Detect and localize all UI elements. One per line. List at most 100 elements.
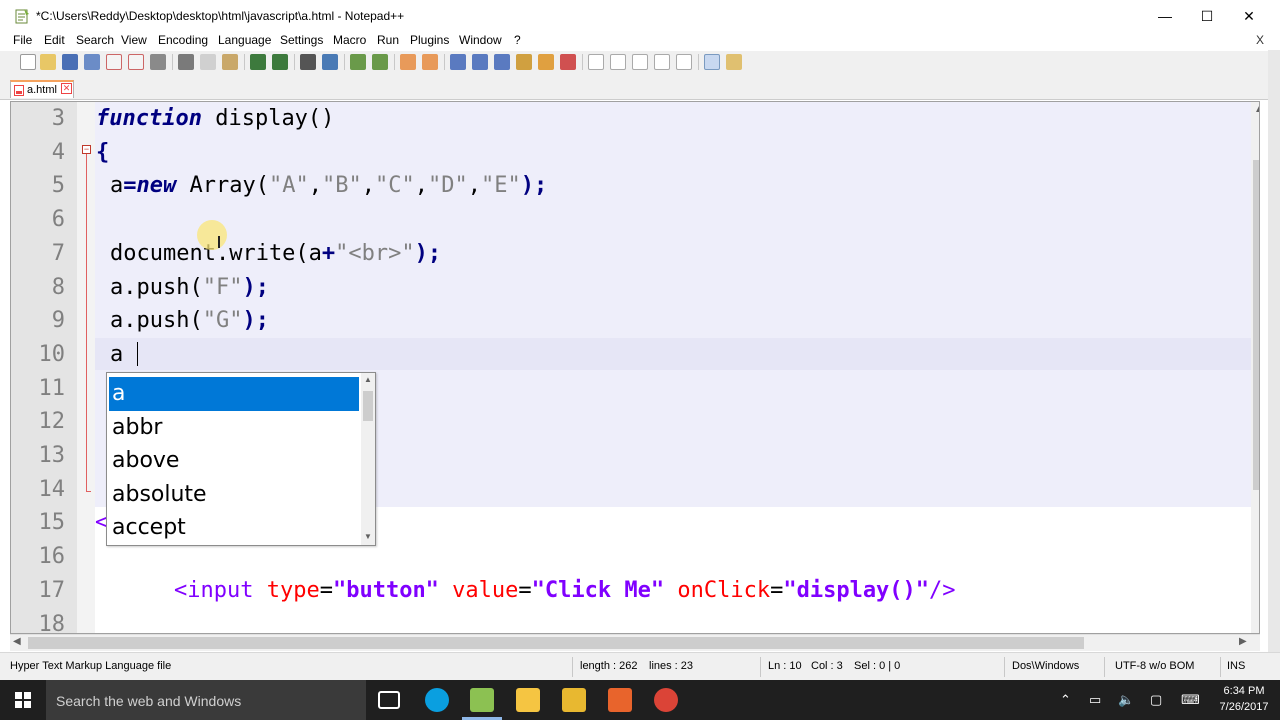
document-map-icon[interactable] xyxy=(538,54,554,70)
save-macro-icon[interactable] xyxy=(676,54,692,70)
menu-view[interactable]: View xyxy=(121,33,147,47)
code-token: <input xyxy=(174,577,254,603)
code-token: = xyxy=(518,577,532,603)
autocomplete-item-selected[interactable]: a xyxy=(109,377,359,411)
show-all-chars-icon[interactable] xyxy=(472,54,488,70)
battery-icon[interactable]: ▭ xyxy=(1089,692,1101,708)
scroll-right-arrow-icon[interactable]: ▶ xyxy=(1239,636,1247,647)
print-icon[interactable] xyxy=(150,54,166,70)
tab-bar: a.html ✕ xyxy=(0,72,1280,100)
menu-language[interactable]: Language xyxy=(218,33,271,47)
minimize-button[interactable]: — xyxy=(1142,0,1188,32)
status-separator xyxy=(572,657,573,677)
line-number: 9 xyxy=(51,308,65,334)
scroll-up-arrow-icon[interactable]: ▲ xyxy=(364,375,372,384)
keyboard-icon[interactable]: ⌨ xyxy=(1181,692,1200,708)
scroll-up-arrow-icon[interactable]: ▲ xyxy=(1254,104,1259,115)
chrome-icon[interactable] xyxy=(654,688,678,712)
scroll-down-arrow-icon[interactable]: ▼ xyxy=(364,532,372,541)
autocomplete-list[interactable]: a abbr above absolute accept ▲ ▼ xyxy=(106,372,376,546)
plugin-icon[interactable] xyxy=(726,54,742,70)
menu-edit[interactable]: Edit xyxy=(44,33,65,47)
action-center-icon[interactable]: ▢ xyxy=(1150,692,1162,708)
undo-icon[interactable] xyxy=(250,54,266,70)
maximize-button[interactable]: ☐ xyxy=(1184,0,1230,32)
run-macro-multiple-icon[interactable] xyxy=(654,54,670,70)
tab-a-html[interactable]: a.html ✕ xyxy=(10,80,74,98)
media-app-icon[interactable] xyxy=(608,688,632,712)
code-token: + xyxy=(321,240,336,266)
taskbar-search-box[interactable]: Search the web and Windows xyxy=(46,680,366,720)
fold-toggle-icon[interactable]: − xyxy=(82,145,91,154)
menu-run[interactable]: Run xyxy=(377,33,399,47)
code-token: "display()" xyxy=(783,577,930,603)
autocomplete-item[interactable]: absolute xyxy=(109,478,359,512)
autocomplete-item[interactable]: accept xyxy=(109,511,359,545)
menu-macro[interactable]: Macro xyxy=(333,33,366,47)
code-line-7: document.write(a+"<br>"); xyxy=(110,237,441,271)
replace-icon[interactable] xyxy=(322,54,338,70)
code-token: "button" xyxy=(332,577,439,603)
zoom-out-icon[interactable] xyxy=(372,54,388,70)
close-window-button[interactable]: ✕ xyxy=(1226,0,1272,32)
sync-vertical-icon[interactable] xyxy=(400,54,416,70)
autocomplete-scroll-thumb[interactable] xyxy=(363,391,373,421)
new-file-icon[interactable] xyxy=(20,54,36,70)
indent-guide-icon[interactable] xyxy=(494,54,510,70)
code-token: , xyxy=(308,173,322,199)
sticky-notes-icon[interactable] xyxy=(516,688,540,712)
volume-icon[interactable]: 🔈 xyxy=(1118,692,1134,708)
code-token: onClick xyxy=(664,577,771,603)
spell-check-icon[interactable] xyxy=(704,54,720,70)
paste-icon[interactable] xyxy=(222,54,238,70)
tab-close-icon[interactable]: ✕ xyxy=(61,83,72,94)
status-separator xyxy=(1004,657,1005,677)
menu-settings[interactable]: Settings xyxy=(280,33,323,47)
file-explorer-icon[interactable] xyxy=(562,688,586,712)
menu-plugins[interactable]: Plugins xyxy=(410,33,449,47)
horizontal-scroll-thumb[interactable] xyxy=(28,637,1084,649)
redo-icon[interactable] xyxy=(272,54,288,70)
find-icon[interactable] xyxy=(300,54,316,70)
menu-encoding[interactable]: Encoding xyxy=(158,33,208,47)
save-all-icon[interactable] xyxy=(84,54,100,70)
record-macro-icon[interactable] xyxy=(588,54,604,70)
task-view-icon[interactable] xyxy=(378,691,400,709)
save-icon[interactable] xyxy=(62,54,78,70)
status-separator xyxy=(760,657,761,677)
sync-horizontal-icon[interactable] xyxy=(422,54,438,70)
menu-file[interactable]: File xyxy=(13,33,32,47)
start-button[interactable] xyxy=(0,680,46,720)
function-list-icon[interactable] xyxy=(560,54,576,70)
word-wrap-icon[interactable] xyxy=(450,54,466,70)
horizontal-scrollbar[interactable]: ◀ ▶ xyxy=(10,634,1260,651)
copy-icon[interactable] xyxy=(200,54,216,70)
autocomplete-item[interactable]: abbr xyxy=(109,411,359,445)
clock-time[interactable]: 6:34 PM xyxy=(1216,685,1272,697)
close-document-button[interactable]: X xyxy=(1256,33,1264,47)
scroll-left-arrow-icon[interactable]: ◀ xyxy=(13,636,21,647)
code-token: Array( xyxy=(176,173,269,199)
clock-date[interactable]: 7/26/2017 xyxy=(1216,701,1272,713)
autocomplete-item[interactable]: above xyxy=(109,444,359,478)
close-file-icon[interactable] xyxy=(106,54,122,70)
notepadpp-app-icon xyxy=(15,9,29,24)
open-file-icon[interactable] xyxy=(40,54,56,70)
zoom-in-icon[interactable] xyxy=(350,54,366,70)
menu-help[interactable]: ? xyxy=(514,33,521,47)
vertical-scroll-thumb[interactable] xyxy=(1253,160,1259,490)
cut-icon[interactable] xyxy=(178,54,194,70)
stop-macro-icon[interactable] xyxy=(610,54,626,70)
menu-window[interactable]: Window xyxy=(459,33,502,47)
folder-as-workspace-icon[interactable] xyxy=(516,54,532,70)
notepadpp-taskbar-icon[interactable] xyxy=(470,688,494,712)
toolbar-separator xyxy=(698,54,699,70)
skype-icon[interactable] xyxy=(425,688,449,712)
show-hidden-icons-icon[interactable]: ⌃ xyxy=(1060,692,1071,708)
close-all-icon[interactable] xyxy=(128,54,144,70)
play-macro-icon[interactable] xyxy=(632,54,648,70)
menu-search[interactable]: Search xyxy=(76,33,114,47)
status-selection: Sel : 0 | 0 xyxy=(854,660,901,672)
code-token: /> xyxy=(929,577,956,603)
code-editor[interactable]: 3 4 5 6 7 8 9 10 11 12 13 14 15 16 17 18… xyxy=(10,101,1260,634)
